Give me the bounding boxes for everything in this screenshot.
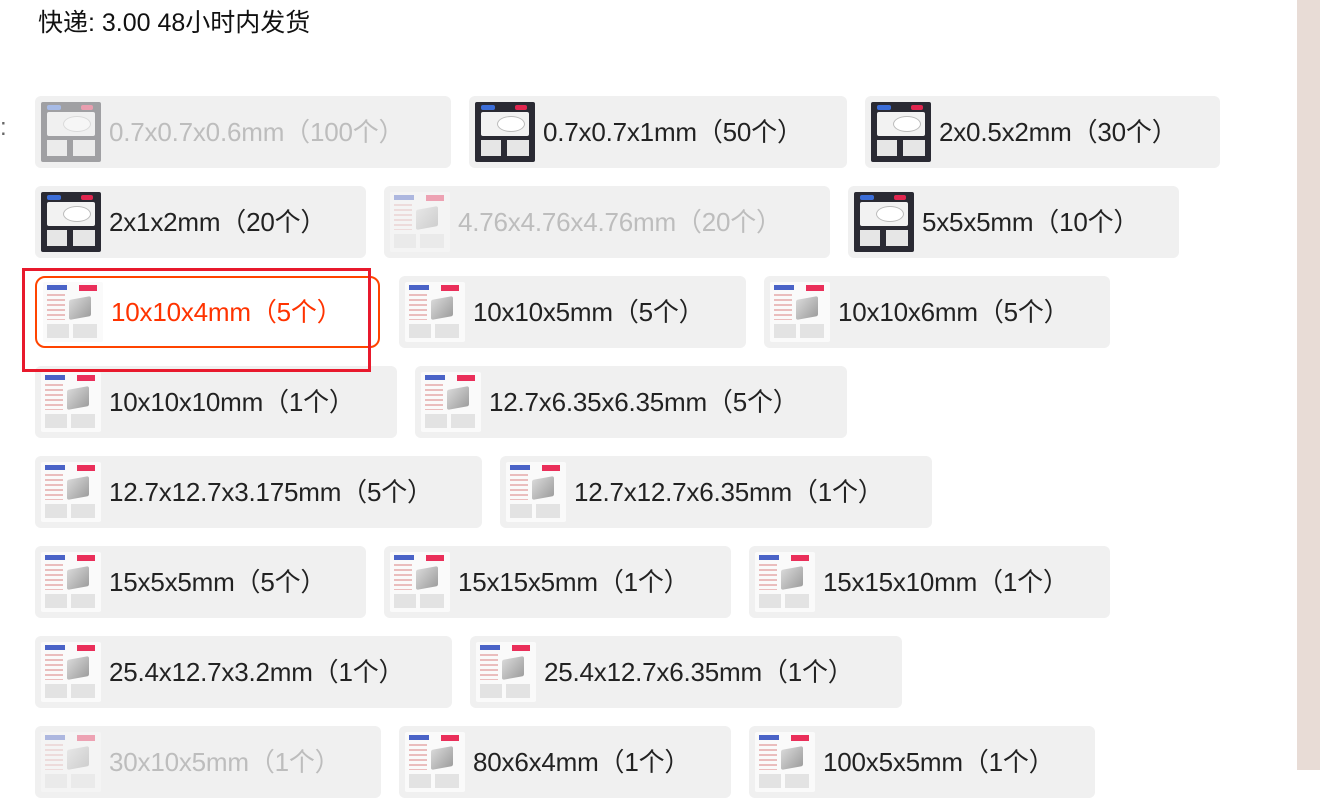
product-thumbnail xyxy=(390,192,450,252)
size-option-label: 12.7x12.7x3.175mm（5个） xyxy=(109,477,433,507)
size-option-chip[interactable]: 10x10x4mm（5个） xyxy=(35,276,380,348)
size-option-label: 10x10x6mm（5个） xyxy=(838,297,1070,327)
size-option-label: 2x1x2mm（20个） xyxy=(109,207,327,237)
product-thumbnail xyxy=(475,102,535,162)
size-option-label: 10x10x5mm（5个） xyxy=(473,297,705,327)
size-option-chip[interactable]: 12.7x12.7x3.175mm（5个） xyxy=(35,456,482,528)
size-option-chip[interactable]: 15x5x5mm（5个） xyxy=(35,546,366,618)
product-thumbnail xyxy=(41,642,101,702)
size-option-label: 30x10x5mm（1个） xyxy=(109,747,341,777)
scrollbar-track[interactable] xyxy=(1297,0,1320,770)
product-thumbnail xyxy=(405,732,465,792)
size-option-chip[interactable]: 12.7x6.35x6.35mm（5个） xyxy=(415,366,847,438)
size-option-label: 10x10x10mm（1个） xyxy=(109,387,355,417)
product-thumbnail xyxy=(41,192,101,252)
size-option-label: 15x15x5mm（1个） xyxy=(458,567,690,597)
size-option-label: 25.4x12.7x3.2mm（1个） xyxy=(109,657,405,687)
size-option-chip[interactable]: 10x10x6mm（5个） xyxy=(764,276,1110,348)
product-thumbnail xyxy=(41,372,101,432)
size-option-label: 0.7x0.7x1mm（50个） xyxy=(543,117,803,147)
size-option-label: 25.4x12.7x6.35mm（1个） xyxy=(544,657,854,687)
size-option-chip: 30x10x5mm（1个） xyxy=(35,726,381,798)
product-thumbnail xyxy=(390,552,450,612)
size-option-chip[interactable]: 25.4x12.7x6.35mm（1个） xyxy=(470,636,902,708)
product-thumbnail xyxy=(770,282,830,342)
size-option-chip[interactable]: 10x10x10mm（1个） xyxy=(35,366,397,438)
size-option-chip[interactable]: 25.4x12.7x3.2mm（1个） xyxy=(35,636,452,708)
size-option-label: 0.7x0.7x0.6mm（100个） xyxy=(109,117,405,147)
product-thumbnail xyxy=(506,462,566,522)
size-option-chip: 4.76x4.76x4.76mm（20个） xyxy=(384,186,830,258)
product-thumbnail xyxy=(755,732,815,792)
product-thumbnail xyxy=(41,552,101,612)
size-option-label: 15x15x10mm（1个） xyxy=(823,567,1069,597)
size-option-label: 10x10x4mm（5个） xyxy=(111,297,343,327)
product-thumbnail xyxy=(421,372,481,432)
product-thumbnail xyxy=(871,102,931,162)
option-group-label: : xyxy=(0,114,7,141)
product-thumbnail xyxy=(476,642,536,702)
size-option-label: 100x5x5mm（1个） xyxy=(823,747,1055,777)
size-option-label: 12.7x6.35x6.35mm（5个） xyxy=(489,387,799,417)
size-option-chip[interactable]: 5x5x5mm（10个） xyxy=(848,186,1179,258)
size-option-chip: 0.7x0.7x0.6mm（100个） xyxy=(35,96,451,168)
size-option-label: 15x5x5mm（5个） xyxy=(109,567,327,597)
size-option-chip[interactable]: 100x5x5mm（1个） xyxy=(749,726,1095,798)
product-thumbnail xyxy=(755,552,815,612)
product-thumbnail xyxy=(41,102,101,162)
size-option-label: 4.76x4.76x4.76mm（20个） xyxy=(458,207,782,237)
product-thumbnail xyxy=(405,282,465,342)
product-thumbnail xyxy=(43,282,103,342)
size-option-chip[interactable]: 10x10x5mm（5个） xyxy=(399,276,746,348)
product-thumbnail xyxy=(854,192,914,252)
product-thumbnail xyxy=(41,462,101,522)
size-option-chip[interactable]: 80x6x4mm（1个） xyxy=(399,726,731,798)
size-option-label: 12.7x12.7x6.35mm（1个） xyxy=(574,477,884,507)
size-option-chip[interactable]: 0.7x0.7x1mm（50个） xyxy=(469,96,847,168)
size-option-chip[interactable]: 2x1x2mm（20个） xyxy=(35,186,366,258)
size-option-chip[interactable]: 2x0.5x2mm（30个） xyxy=(865,96,1220,168)
size-option-chip[interactable]: 15x15x10mm（1个） xyxy=(749,546,1110,618)
size-option-label: 5x5x5mm（10个） xyxy=(922,207,1140,237)
size-option-chip[interactable]: 15x15x5mm（1个） xyxy=(384,546,731,618)
size-option-label: 80x6x4mm（1个） xyxy=(473,747,691,777)
product-thumbnail xyxy=(41,732,101,792)
shipping-info: 快递: 3.00 48小时内发货 xyxy=(38,9,311,37)
size-option-label: 2x0.5x2mm（30个） xyxy=(939,117,1178,147)
size-option-chip[interactable]: 12.7x12.7x6.35mm（1个） xyxy=(500,456,932,528)
